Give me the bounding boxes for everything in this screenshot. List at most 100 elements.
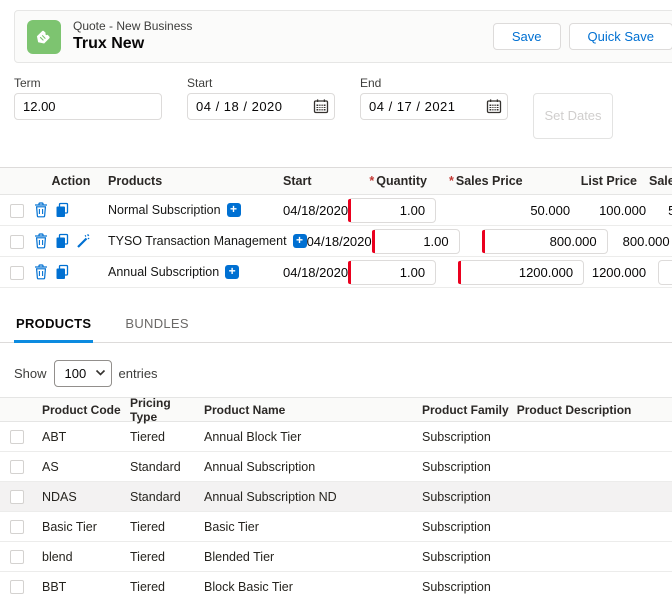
pricing-type-cell: Standard (122, 460, 196, 474)
row-checkbox-cell (0, 233, 34, 249)
delete-line-button[interactable] (34, 233, 49, 249)
row-checkbox-cell (0, 549, 34, 564)
calendar-icon (486, 98, 502, 114)
product-row[interactable]: NDAS Standard Annual Subscription ND Sub… (0, 482, 672, 512)
record-type-label: Quote - New Business (73, 19, 192, 34)
copy-icon (55, 264, 69, 280)
row-checkbox[interactable] (10, 266, 24, 280)
trash-icon (34, 233, 48, 249)
row-action-cell (34, 202, 108, 218)
row-sales-price-cell: 50.000 (448, 203, 584, 218)
add-favorite-icon[interactable]: + (227, 203, 241, 217)
sales-discount-input[interactable] (658, 260, 672, 285)
add-favorite-icon[interactable]: + (225, 265, 239, 279)
row-action-cell (34, 264, 108, 280)
delete-line-button[interactable] (34, 264, 49, 280)
clone-line-button[interactable] (55, 233, 70, 249)
row-start-cell: 04/18/2020 (283, 265, 348, 280)
product-row[interactable]: AS Standard Annual Subscription Subscrip… (0, 452, 672, 482)
quote-object-icon (27, 20, 61, 54)
row-checkbox-cell (0, 519, 34, 534)
header-buttons: Save Quick Save (493, 23, 672, 50)
sales-price-value: 50.000 (530, 203, 584, 218)
quantity-input[interactable] (372, 229, 460, 254)
column-header-quantity: *Quantity (341, 174, 439, 188)
start-calendar-button[interactable] (312, 98, 329, 115)
end-calendar-button[interactable] (485, 98, 502, 115)
product-row[interactable]: blend Tiered Blended Tier Subscription (0, 542, 672, 572)
row-sales-price-cell (448, 260, 584, 285)
pricing-type-cell: Tiered (122, 550, 196, 564)
row-sales-discount-cell: 50.000 (650, 203, 672, 218)
product-code-cell: Basic Tier (34, 520, 122, 534)
product-row[interactable]: Basic Tier Tiered Basic Tier Subscriptio… (0, 512, 672, 542)
quick-save-button[interactable]: Quick Save (569, 23, 672, 50)
product-table-header-row: Product Code Pricing Type Product Name P… (0, 397, 672, 422)
product-name-cell: Block Basic Tier (196, 580, 414, 594)
entries-select[interactable]: 100 (54, 360, 112, 387)
row-checkbox[interactable] (10, 430, 24, 444)
required-field-bar (348, 261, 351, 284)
pricing-type-cell: Tiered (122, 430, 196, 444)
wand-button[interactable] (76, 233, 91, 249)
row-checkbox[interactable] (10, 580, 24, 594)
set-dates-button[interactable]: Set Dates (533, 93, 613, 139)
delete-line-button[interactable] (34, 202, 49, 218)
column-header-list-price: List Price (575, 174, 641, 188)
pricing-type-cell: Tiered (122, 520, 196, 534)
product-code-cell: blend (34, 550, 122, 564)
row-list-price-cell: 100.000 (584, 203, 650, 218)
product-family-cell: Subscription (414, 520, 504, 534)
line-item-row: Annual Subscription + 04/18/2020 (0, 257, 672, 288)
sales-discount-value: 50.000 (658, 203, 672, 218)
show-label: Show (14, 366, 47, 381)
save-button[interactable]: Save (493, 23, 561, 50)
product-row[interactable]: ABT Tiered Annual Block Tier Subscriptio… (0, 422, 672, 452)
row-checkbox[interactable] (10, 235, 24, 249)
price-tag-icon (34, 27, 54, 47)
tab-products[interactable]: PRODUCTS (14, 312, 93, 343)
product-code-cell: BBT (34, 580, 122, 594)
product-code-cell: AS (34, 460, 122, 474)
product-name-cell: Annual Subscription ND (196, 490, 414, 504)
product-row[interactable]: BBT Tiered Block Basic Tier Subscription (0, 572, 672, 600)
quantity-input[interactable] (348, 198, 436, 223)
row-checkbox-cell (0, 579, 34, 594)
add-favorite-icon[interactable]: + (293, 234, 307, 248)
sales-price-input[interactable] (458, 260, 584, 285)
term-label: Term (14, 76, 162, 90)
term-input[interactable] (14, 93, 162, 120)
copy-icon (55, 202, 69, 218)
column-header-action: Action (34, 174, 108, 188)
magic-wand-icon (76, 233, 91, 249)
row-checkbox-cell (0, 459, 34, 474)
row-list-price-cell: 800.000 (608, 234, 672, 249)
column-header-products: Products (108, 174, 283, 188)
product-family-cell: Subscription (414, 490, 504, 504)
line-items-header-row: Action Products Start *Quantity *Sales P… (0, 168, 672, 195)
quote-form: Term Start (0, 63, 672, 168)
row-checkbox[interactable] (10, 204, 24, 218)
row-checkbox-cell (0, 264, 34, 280)
page-title: Trux New (73, 34, 192, 54)
row-sales-price-cell (472, 229, 608, 254)
required-asterisk: * (449, 174, 454, 188)
clone-line-button[interactable] (55, 202, 70, 218)
row-checkbox[interactable] (10, 520, 24, 534)
tab-bundles[interactable]: BUNDLES (123, 312, 191, 342)
row-product-cell: Annual Subscription + (108, 265, 283, 279)
row-checkbox[interactable] (10, 490, 24, 504)
row-product-cell: TYSO Transaction Management + (108, 234, 307, 248)
row-checkbox[interactable] (10, 550, 24, 564)
row-checkbox[interactable] (10, 460, 24, 474)
required-field-bar (482, 230, 485, 253)
sales-price-input[interactable] (482, 229, 608, 254)
row-checkbox-cell (0, 489, 34, 504)
column-header-product-description: Product Description (509, 403, 672, 417)
row-quantity-cell (372, 229, 472, 254)
calendar-icon (313, 98, 329, 114)
quantity-input[interactable] (348, 260, 436, 285)
term-field-group: Term (14, 76, 162, 120)
product-family-cell: Subscription (414, 550, 504, 564)
clone-line-button[interactable] (55, 264, 70, 280)
